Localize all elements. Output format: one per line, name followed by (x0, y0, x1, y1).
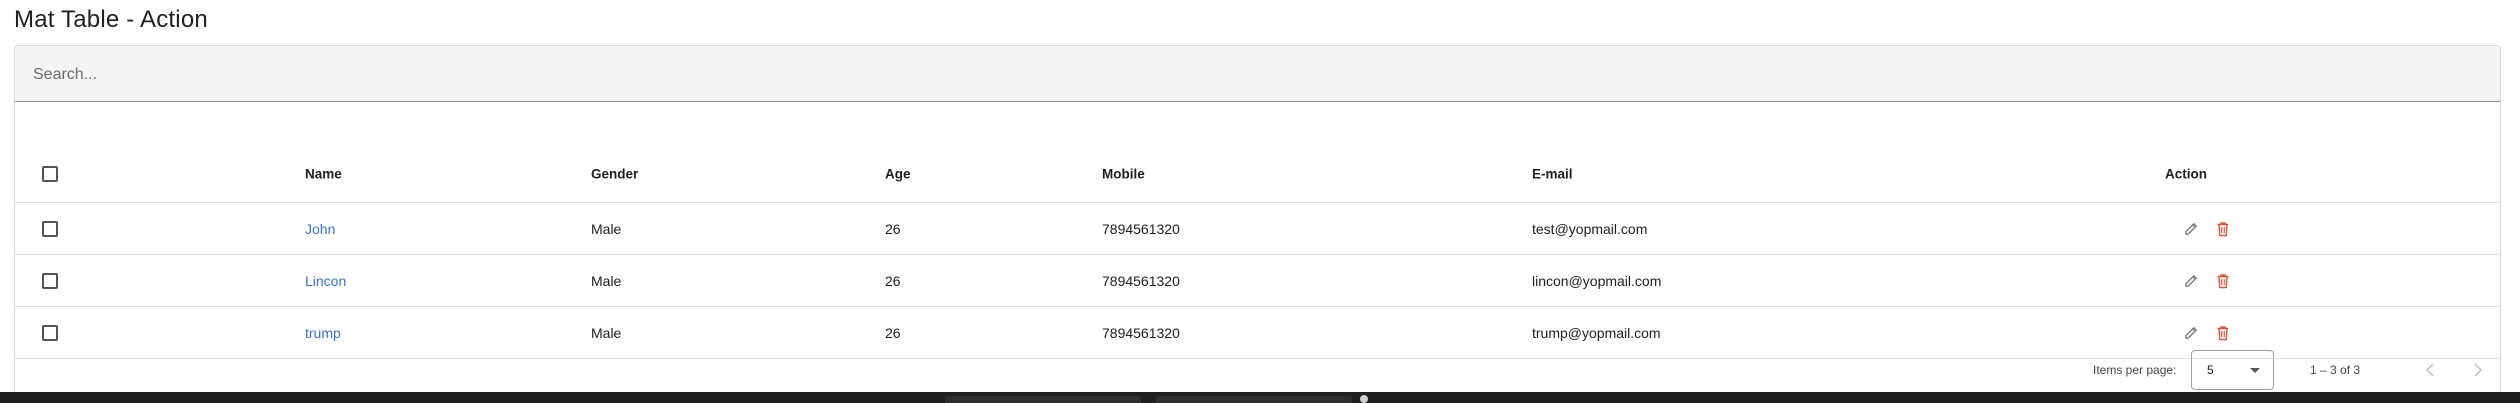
table-header-row: Name Gender Age Mobile E-mail Action (15, 146, 2500, 203)
search-field[interactable] (15, 46, 2500, 102)
row-mobile: 7894561320 (1102, 220, 1180, 237)
table-row: Lincon Male 26 7894561320 lincon@yopmail… (15, 255, 2500, 307)
pencil-icon[interactable] (2181, 219, 2201, 239)
row-age: 26 (885, 272, 901, 289)
caret-down-icon (2250, 368, 2260, 373)
taskbar (0, 392, 2520, 403)
tray-icon[interactable] (1360, 395, 1368, 403)
row-select-cell (42, 272, 58, 289)
chevron-left-icon[interactable] (2419, 359, 2441, 381)
pencil-icon[interactable] (2181, 323, 2201, 343)
taskbar-app[interactable] (945, 396, 1141, 403)
row-gender: Male (591, 324, 622, 341)
page-size-select[interactable]: 5 (2191, 350, 2274, 390)
column-header-mobile[interactable]: Mobile (1102, 167, 1145, 182)
row-checkbox[interactable] (42, 272, 58, 289)
row-age: 26 (885, 220, 901, 237)
row-checkbox[interactable] (42, 324, 58, 341)
items-per-page-label: Items per page: (2093, 363, 2177, 377)
row-name-link[interactable]: trump (305, 325, 341, 341)
row-email: test@yopmail.com (1532, 220, 1648, 237)
row-checkbox[interactable] (42, 220, 58, 237)
table-card: Name Gender Age Mobile E-mail Action Joh… (14, 45, 2501, 392)
column-header-email[interactable]: E-mail (1532, 167, 1573, 182)
row-actions (2181, 271, 2233, 291)
row-actions (2181, 323, 2233, 343)
select-all-checkbox[interactable] (42, 166, 58, 182)
column-header-action: Action (2165, 166, 2207, 182)
row-age: 26 (885, 324, 901, 341)
row-select-cell (42, 324, 58, 341)
row-email: trump@yopmail.com (1532, 324, 1661, 341)
row-email: lincon@yopmail.com (1532, 272, 1662, 289)
row-name-link[interactable]: John (305, 221, 335, 237)
select-all-cell (42, 166, 58, 182)
page-title: Mat Table - Action (14, 6, 208, 33)
row-gender: Male (591, 220, 622, 237)
page-range-label: 1 – 3 of 3 (2310, 363, 2361, 377)
row-select-cell (42, 220, 58, 237)
paginator: Items per page: 5 1 – 3 of 3 (15, 350, 2500, 392)
row-mobile: 7894561320 (1102, 272, 1180, 289)
trash-icon[interactable] (2213, 323, 2233, 343)
taskbar-app[interactable] (1156, 396, 1352, 403)
column-header-name[interactable]: Name (305, 167, 342, 182)
row-gender: Male (591, 272, 622, 289)
column-header-age[interactable]: Age (885, 167, 911, 182)
row-actions (2181, 219, 2233, 239)
row-mobile: 7894561320 (1102, 324, 1180, 341)
search-input[interactable] (31, 62, 2475, 88)
column-header-gender[interactable]: Gender (591, 167, 638, 182)
table-row: John Male 26 7894561320 test@yopmail.com (15, 203, 2500, 255)
page-size-value: 5 (2207, 363, 2214, 377)
pencil-icon[interactable] (2181, 271, 2201, 291)
chevron-right-icon[interactable] (2467, 359, 2489, 381)
row-name-link[interactable]: Lincon (305, 273, 346, 289)
trash-icon[interactable] (2213, 219, 2233, 239)
trash-icon[interactable] (2213, 271, 2233, 291)
